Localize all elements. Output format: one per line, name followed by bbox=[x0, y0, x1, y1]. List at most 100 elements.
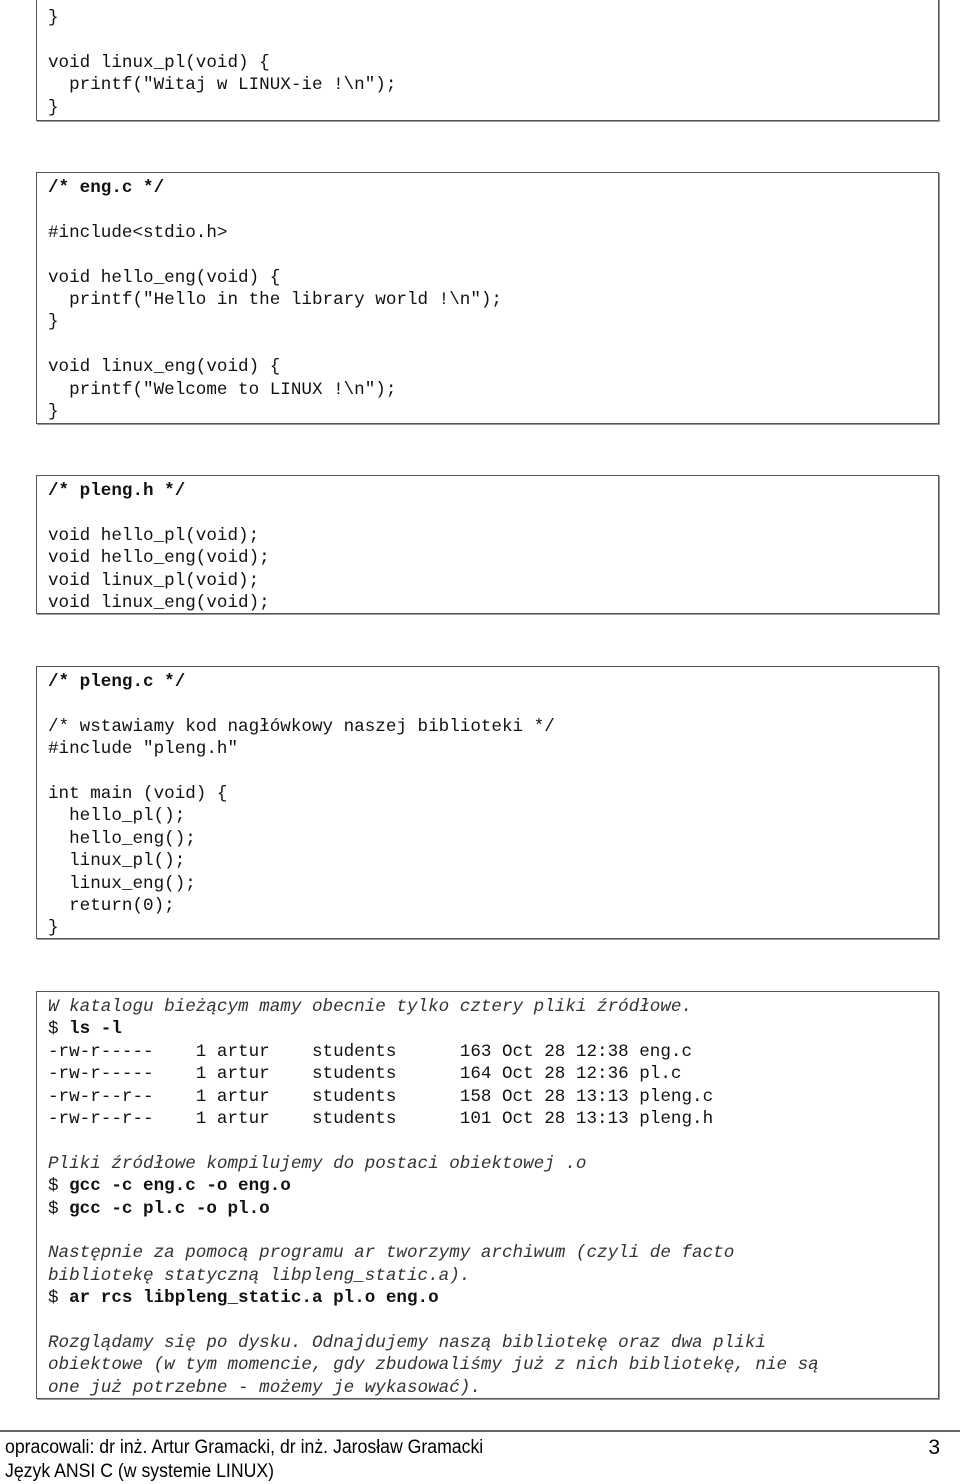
bold-text: gcc -c eng.c -o eng.o bbox=[69, 1176, 291, 1197]
code-text: linux_eng(); bbox=[48, 873, 196, 894]
code-line: -rw-r----- 1 artur students 163 Oct 28 1… bbox=[48, 1041, 938, 1063]
code-line: printf("Welcome to LINUX !\n"); bbox=[48, 379, 938, 401]
code-line: -rw-r--r-- 1 artur students 158 Oct 28 1… bbox=[48, 1086, 938, 1108]
code-line: void linux_eng(void); bbox=[48, 592, 938, 614]
code-line: /* pleng.h */ bbox=[48, 480, 938, 502]
code-box-pl-c-end: } void linux_pl(void) { printf("Witaj w L… bbox=[36, 0, 939, 121]
code-text: void hello_pl(void); bbox=[48, 525, 260, 546]
code-text: void linux_eng(void); bbox=[48, 592, 270, 613]
code-text: printf("Witaj w LINUX-ie !\n"); bbox=[48, 75, 397, 96]
comment-text: Pliki źródłowe kompilujemy do postaci ob… bbox=[48, 1153, 587, 1174]
code-line: -rw-r----- 1 artur students 164 Oct 28 1… bbox=[48, 1063, 938, 1085]
code-line: } bbox=[48, 97, 938, 119]
code-text: int main (void) { bbox=[48, 783, 228, 804]
code-text: } bbox=[48, 401, 59, 422]
code-text: hello_eng(); bbox=[48, 828, 196, 849]
code-line: bibliotekę statyczną libpleng_static.a). bbox=[48, 1265, 938, 1287]
code-text: printf("Welcome to LINUX !\n"); bbox=[48, 379, 397, 400]
code-box-pleng-h: /* pleng.h */ void hello_pl(void); void he… bbox=[36, 475, 939, 614]
code-text: void linux_eng(void) { bbox=[48, 357, 281, 378]
code-text: $ bbox=[48, 1288, 70, 1309]
bold-text: ls -l bbox=[69, 1019, 122, 1040]
code-text: -rw-r----- 1 artur students 163 Oct 28 1… bbox=[48, 1041, 693, 1062]
code-line: W katalogu bieżącym mamy obecnie tylko c… bbox=[48, 996, 938, 1018]
code-line: hello_pl(); bbox=[48, 805, 938, 827]
bold-text: /* pleng.h */ bbox=[48, 481, 186, 501]
comment-text: one już potrzebne - możemy je wykasować)… bbox=[48, 1377, 481, 1398]
comment-text: obiektowe (w tym momencie, gdy zbudowali… bbox=[48, 1355, 819, 1376]
comment-text: Rozglądamy się po dysku. Odnajdujemy nas… bbox=[48, 1332, 766, 1353]
code-line: int main (void) { bbox=[48, 783, 938, 805]
code-line: void hello_pl(void); bbox=[48, 525, 938, 547]
code-text: -rw-r----- 1 artur students 164 Oct 28 1… bbox=[48, 1064, 682, 1085]
footer-authors: opracowali: dr inż. Artur Gramacki, dr i… bbox=[5, 1437, 484, 1458]
code-text: $ bbox=[48, 1019, 70, 1040]
code-text: } bbox=[48, 8, 59, 28]
code-line: linux_pl(); bbox=[48, 850, 938, 872]
code-text: -rw-r--r-- 1 artur students 101 Oct 28 1… bbox=[48, 1108, 714, 1129]
code-text: #include<stdio.h> bbox=[48, 222, 228, 243]
code-line: return(0); bbox=[48, 895, 938, 917]
code-text: } bbox=[48, 918, 59, 939]
code-text: #include "pleng.h" bbox=[48, 739, 239, 760]
code-box-eng-c: /* eng.c */ #include<stdio.h> void hello_e… bbox=[36, 172, 939, 424]
code-text: hello_pl(); bbox=[48, 806, 186, 827]
comment-text: Następnie za pomocą programu ar tworzymy… bbox=[48, 1243, 735, 1264]
code-text: return(0); bbox=[48, 895, 175, 916]
code-line: void hello_eng(void); bbox=[48, 547, 938, 569]
code-line: hello_eng(); bbox=[48, 828, 938, 850]
bold-text: /* eng.c */ bbox=[48, 178, 165, 198]
code-text: $ bbox=[48, 1198, 70, 1219]
code-line: -rw-r--r-- 1 artur students 101 Oct 28 1… bbox=[48, 1108, 938, 1130]
code-line: $ gcc -c pl.c -o pl.o bbox=[48, 1198, 938, 1220]
bold-text: ar rcs libpleng_static.a pl.o eng.o bbox=[69, 1288, 439, 1309]
code-line: } bbox=[48, 401, 938, 423]
code-line: /* eng.c */ bbox=[48, 177, 938, 199]
page-number: 3 bbox=[928, 1436, 940, 1459]
comment-text: bibliotekę statyczną libpleng_static.a). bbox=[48, 1265, 471, 1286]
bold-text: gcc -c pl.c -o pl.o bbox=[69, 1198, 270, 1219]
bold-text: /* pleng.c */ bbox=[48, 672, 186, 692]
code-line: $ gcc -c eng.c -o eng.o bbox=[48, 1175, 938, 1197]
code-line: void hello_eng(void) { bbox=[48, 267, 938, 289]
code-text: void linux_pl(void) { bbox=[48, 52, 270, 73]
code-line: void linux_pl(void) { bbox=[48, 52, 938, 74]
code-line: void linux_eng(void) { bbox=[48, 356, 938, 378]
code-line: /* wstawiamy kod nagłówkowy naszej bibli… bbox=[48, 716, 938, 738]
code-line: $ ar rcs libpleng_static.a pl.o eng.o bbox=[48, 1287, 938, 1309]
code-line: Następnie za pomocą programu ar tworzymy… bbox=[48, 1242, 938, 1264]
code-text: } bbox=[48, 312, 59, 333]
code-line: #include<stdio.h> bbox=[48, 222, 938, 244]
code-text: $ bbox=[48, 1176, 70, 1197]
code-text: /* wstawiamy kod nagłówkowy naszej bibli… bbox=[48, 716, 555, 737]
code-line: #include "pleng.h" bbox=[48, 738, 938, 760]
code-line: } bbox=[48, 7, 938, 29]
code-text: -rw-r--r-- 1 artur students 158 Oct 28 1… bbox=[48, 1086, 714, 1107]
code-box-pleng-c: /* pleng.c */ /* wstawiamy kod nagłówkowy… bbox=[36, 666, 939, 939]
code-line: printf("Hello in the library world !\n")… bbox=[48, 289, 938, 311]
code-line: one już potrzebne - możemy je wykasować)… bbox=[48, 1377, 938, 1399]
comment-text: W katalogu bieżącym mamy obecnie tylko c… bbox=[48, 997, 693, 1017]
code-text: } bbox=[48, 97, 59, 118]
code-line: Rozglądamy się po dysku. Odnajdujemy nas… bbox=[48, 1332, 938, 1354]
code-line: linux_eng(); bbox=[48, 873, 938, 895]
code-line: printf("Witaj w LINUX-ie !\n"); bbox=[48, 74, 938, 96]
code-line: $ ls -l bbox=[48, 1018, 938, 1040]
code-text: void linux_pl(void); bbox=[48, 570, 260, 591]
code-line: } bbox=[48, 917, 938, 939]
footer-subtitle: Język ANSI C (w systemie LINUX) bbox=[5, 1461, 275, 1482]
code-text: void hello_eng(void) { bbox=[48, 267, 281, 288]
code-line: Pliki źródłowe kompilujemy do postaci ob… bbox=[48, 1153, 938, 1175]
code-line: /* pleng.c */ bbox=[48, 671, 938, 693]
terminal-session-box: W katalogu bieżącym mamy obecnie tylko c… bbox=[36, 991, 939, 1399]
